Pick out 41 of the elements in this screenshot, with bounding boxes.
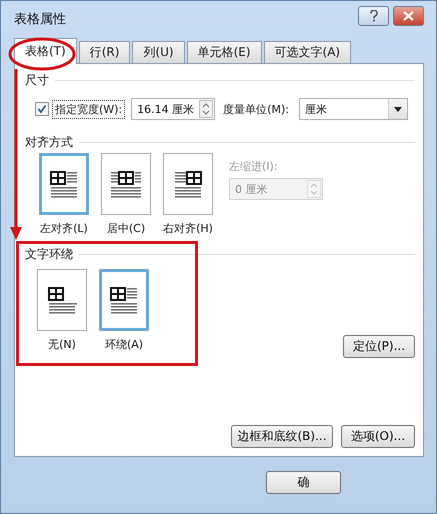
positioning-button[interactable]: 定位(P)...: [343, 335, 415, 358]
options-button[interactable]: 选项(O)...: [341, 425, 415, 448]
layout-option[interactable]: [101, 153, 151, 215]
table-layout-icon: [111, 170, 141, 198]
close-button[interactable]: [393, 6, 424, 26]
ok-button[interactable]: 确: [266, 471, 341, 494]
close-icon: [403, 11, 414, 21]
highlight-ellipse: [8, 37, 76, 71]
option-label: 无(N): [48, 337, 76, 352]
tab[interactable]: 可选文字(A): [264, 41, 352, 63]
option-label: 右对齐(H): [163, 221, 213, 236]
section-heading: 尺寸: [25, 72, 49, 88]
window-title: 表格属性: [14, 11, 66, 28]
layout-option[interactable]: [37, 269, 87, 331]
field-label: 左缩进(I):: [229, 159, 279, 174]
layout-option[interactable]: [163, 153, 213, 215]
borders-button[interactable]: 边框和底纹(B)...: [231, 425, 333, 448]
section-heading: 对齐方式: [25, 134, 73, 150]
layout-option[interactable]: [99, 269, 149, 331]
checkbox-label: 指定宽度(W):: [52, 100, 126, 118]
table-layout-icon: [173, 170, 203, 198]
tab[interactable]: 行(R): [78, 41, 130, 63]
spinner-icon: [199, 100, 214, 118]
section-heading: 文字环绕: [25, 246, 73, 262]
option-label: 左对齐(L): [40, 221, 88, 236]
width-field[interactable]: 16.14 厘米: [131, 98, 216, 120]
option-label: 居中(C): [106, 221, 146, 236]
help-button[interactable]: [358, 6, 389, 26]
option-label: 环绕(A): [104, 337, 144, 352]
unit-dropdown[interactable]: 厘米: [298, 98, 408, 120]
table-layout-icon: [49, 170, 79, 198]
field-label: 度量单位(M):: [223, 102, 289, 116]
table-layout-icon: [47, 286, 77, 314]
table-layout-icon: [109, 286, 139, 314]
tab[interactable]: 单元格(E): [186, 41, 262, 63]
checkbox[interactable]: [35, 102, 49, 116]
caret-icon: [394, 106, 402, 112]
help-icon: [370, 10, 378, 22]
layout-option[interactable]: [39, 153, 89, 215]
tab[interactable]: 列(U): [132, 41, 185, 63]
spinner-icon: [307, 180, 321, 198]
